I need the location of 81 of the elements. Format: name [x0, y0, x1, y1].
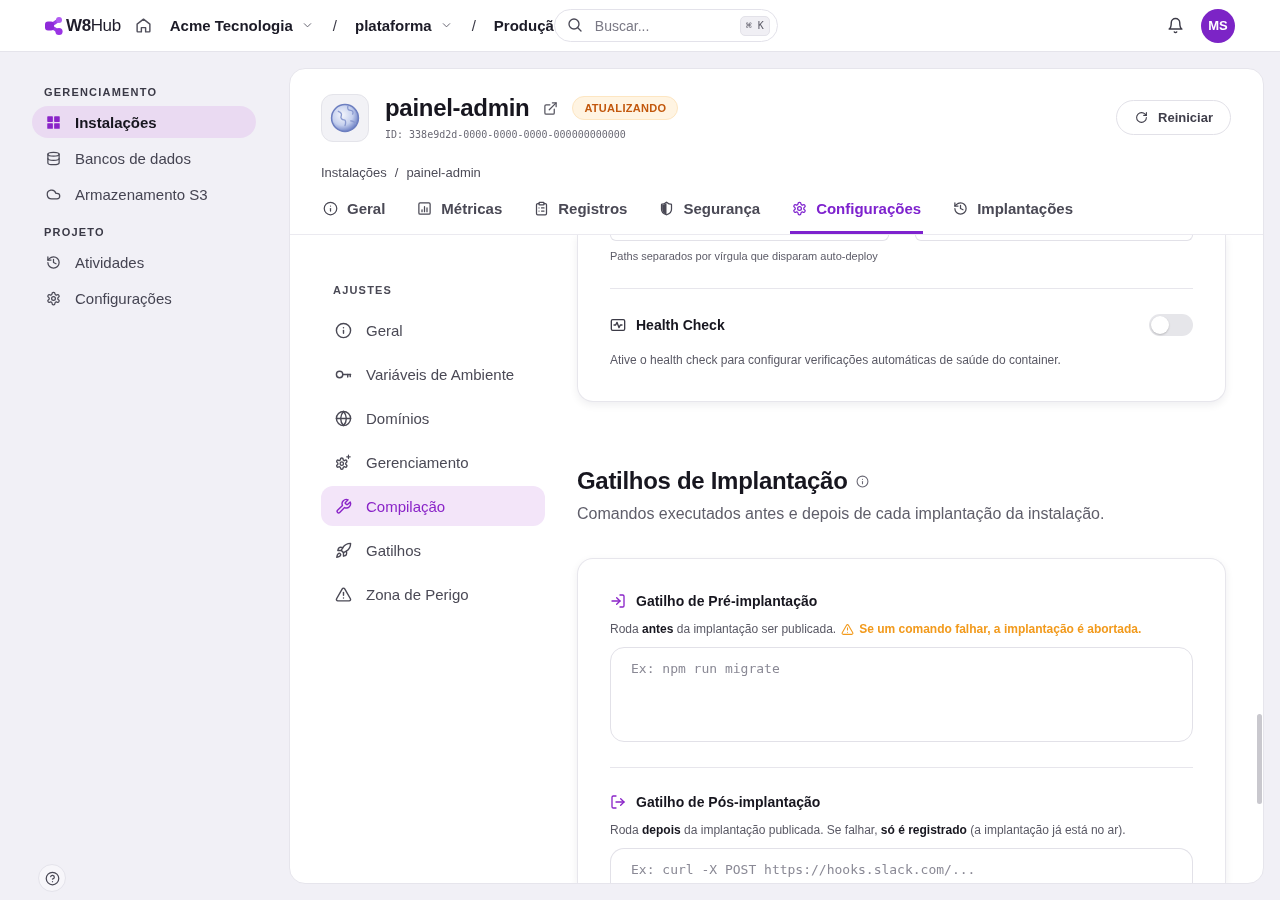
tab[interactable]: Métricas [415, 192, 505, 234]
settings-nav-item[interactable]: Gatilhos [321, 530, 545, 570]
installation-name: painel-admin [385, 94, 530, 122]
restart-button[interactable]: Reiniciar [1116, 100, 1231, 135]
bell-icon [1167, 17, 1184, 34]
tab[interactable]: Segurança [657, 192, 763, 234]
globe-icon [335, 409, 352, 427]
clipboard-icon [534, 200, 550, 216]
field-hint: Paths separados por vírgula que disparam auto-deploy [610, 249, 879, 264]
user-avatar[interactable]: MS [1201, 8, 1235, 43]
command-field[interactable]: Ex: curl -X POST https://hooks.slack.com/... [610, 848, 1193, 883]
history-icon [953, 200, 969, 216]
section-label: GERENCIAMENTO [43, 85, 159, 99]
settings-nav-item[interactable]: Compilação [321, 486, 545, 526]
refresh-icon [1135, 111, 1149, 124]
sidebar-item[interactable]: Armazenamento S3 [32, 178, 256, 210]
warning-icon [841, 622, 855, 636]
gear-sparkle-icon [335, 453, 352, 471]
home-button[interactable] [134, 17, 152, 34]
wrench-icon [335, 497, 352, 515]
trigger-description: Roda depois da implantação publicada. Se falhar, só é registrado (a implantação já está no ar). [610, 822, 1126, 839]
shortcut-key: ⌘ K [739, 16, 770, 36]
section-label: PROJETO [43, 225, 106, 239]
help-button[interactable] [38, 864, 66, 892]
breadcrumb-link[interactable]: Produçã [493, 17, 554, 34]
database-icon [46, 150, 61, 166]
tab[interactable]: Registros [532, 192, 630, 234]
trigger-description: Roda antes da implantação ser publicada. [610, 621, 837, 638]
health-check-toggle[interactable] [1149, 314, 1193, 336]
sidebar-item[interactable]: Bancos de dados [32, 142, 256, 174]
health-check-description: Ative o health check para configurar verificações automáticas de saúde do container. [610, 352, 1062, 369]
logo-icon [44, 15, 64, 36]
breadcrumb-dropdown[interactable]: plataforma [354, 17, 452, 34]
breadcrumb-separator: / [332, 17, 337, 34]
tab[interactable]: Geral [321, 192, 388, 234]
gear-icon [792, 200, 808, 216]
history-icon [46, 254, 61, 270]
info-icon [323, 200, 338, 216]
status-badge: ATUALIZANDO [572, 96, 679, 120]
command-field[interactable]: Ex: npm run migrate [610, 647, 1193, 742]
warning-icon [335, 585, 352, 603]
trigger-title: Gatilho de Pós-implantação [636, 794, 821, 810]
gear-icon [46, 290, 61, 306]
breadcrumb-link[interactable]: painel-admin [406, 164, 481, 182]
sidebar-item[interactable]: Configurações [32, 282, 256, 314]
tab[interactable]: Implantações [951, 192, 1075, 234]
info-icon [855, 474, 869, 488]
enter-arrow-icon [610, 593, 626, 609]
sidebar-item[interactable]: Instalações [32, 106, 256, 138]
health-check-title: Health Check [636, 317, 725, 333]
section-label: AJUSTES [332, 283, 394, 297]
warning-text: Se um comando falhar, a implantação é abortada. [859, 621, 1142, 638]
settings-nav-item[interactable]: Gerenciamento [321, 442, 545, 482]
settings-nav-item[interactable]: Domínios [321, 398, 545, 438]
rocket-icon [335, 541, 352, 559]
notifications-button[interactable] [1167, 17, 1184, 34]
breadcrumb-separator: / [394, 164, 399, 182]
shield-icon [659, 200, 675, 216]
pulse-icon [610, 317, 626, 333]
breadcrumb-dropdown[interactable]: Acme Tecnologia [169, 17, 313, 34]
help-icon [44, 870, 60, 886]
section-subtitle: Comandos executados antes e depois de cada implantação da instalação. [577, 504, 1106, 524]
search-icon [566, 17, 583, 33]
info-icon [335, 321, 352, 339]
grid-icon [46, 114, 61, 130]
logo[interactable]: W8Hub [44, 15, 121, 36]
settings-nav-item[interactable]: Geral [321, 310, 545, 350]
cloud-icon [46, 186, 61, 202]
bar-chart-icon [417, 200, 433, 216]
installation-id: ID: 338e9d2d-0000-0000-0000-000000000000 [385, 128, 627, 142]
external-link-icon[interactable] [543, 100, 559, 116]
settings-nav-item[interactable]: Zona de Perigo [321, 574, 545, 614]
breadcrumb-link[interactable]: Instalações [321, 164, 387, 182]
scrollbar-thumb[interactable] [1257, 714, 1262, 804]
settings-nav-item[interactable]: Variáveis de Ambiente [321, 354, 545, 394]
home-icon [134, 17, 152, 34]
globe-icon [321, 94, 369, 142]
trigger-title: Gatilho de Pré-implantação [636, 593, 818, 609]
section-title: Gatilhos de Implantação [577, 466, 848, 496]
breadcrumb-separator: / [471, 17, 476, 34]
sidebar-item[interactable]: Atividades [32, 246, 256, 278]
